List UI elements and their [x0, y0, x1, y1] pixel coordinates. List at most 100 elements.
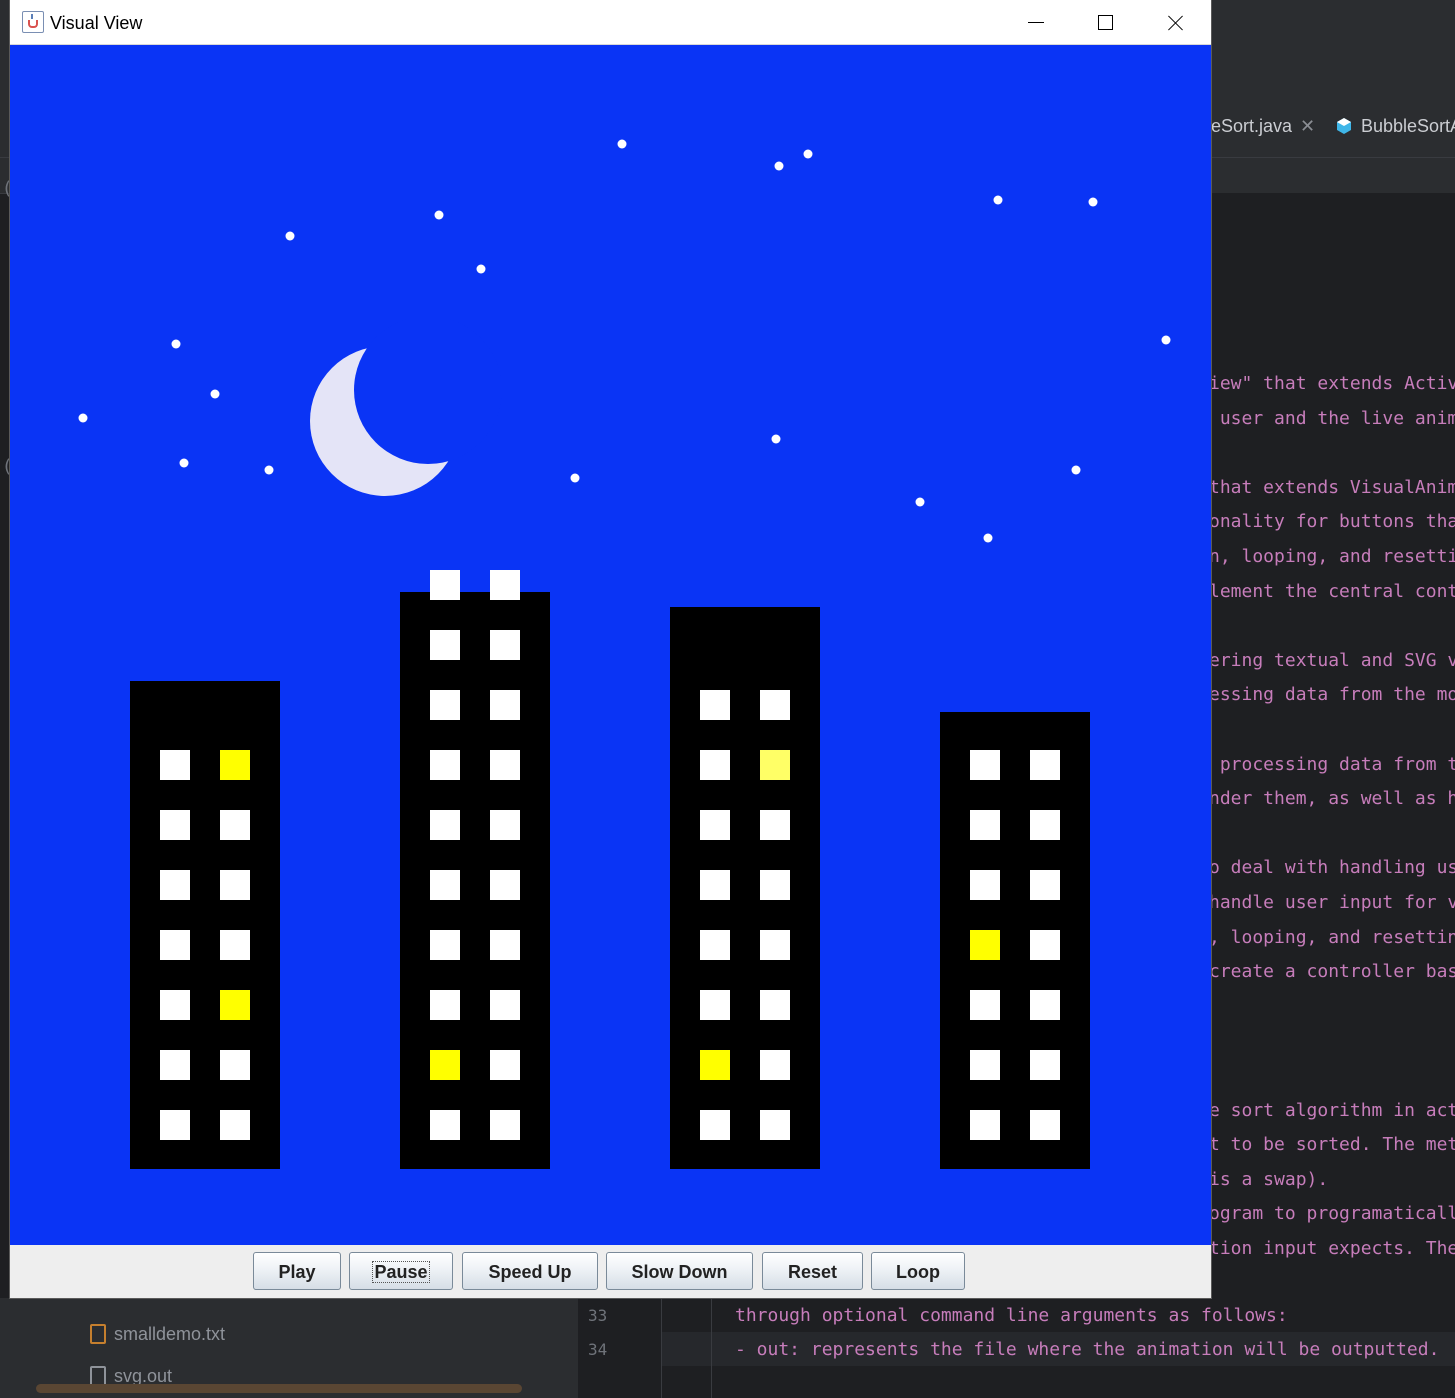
code-line: through optional command line arguments …	[735, 1305, 1288, 1326]
building-body	[670, 607, 820, 1169]
window-unlit	[430, 630, 460, 660]
star	[78, 413, 88, 423]
window-unlit	[700, 990, 730, 1020]
window-unlit	[700, 870, 730, 900]
window-unlit	[490, 810, 520, 840]
window-unlit	[760, 930, 790, 960]
ide-tab-sort-java[interactable]: eSort.java ✕	[1211, 112, 1315, 140]
code-line: processing data from t	[1209, 754, 1455, 775]
window-unlit	[760, 1050, 790, 1080]
reset-button[interactable]: Reset	[762, 1252, 863, 1290]
code-line: essing data from the mo	[1209, 684, 1455, 705]
star	[210, 389, 220, 399]
play-button[interactable]: Play	[253, 1252, 341, 1290]
close-button[interactable]	[1140, 0, 1210, 44]
window-unlit	[700, 810, 730, 840]
play-button-label: Play	[278, 1262, 316, 1282]
animation-canvas	[10, 45, 1211, 1245]
project-file-item[interactable]: smalldemo.txt	[90, 1320, 225, 1348]
window-lit	[970, 930, 1000, 960]
window-lit	[760, 750, 790, 780]
code-line: , looping, and resettin	[1209, 927, 1455, 948]
code-line: e sort algorithm in act	[1209, 1100, 1455, 1121]
visual-view-window: Visual View Play Pause Speed Up Slow Dow…	[10, 0, 1211, 1298]
window-unlit	[430, 870, 460, 900]
star	[179, 458, 189, 468]
window-unlit	[490, 930, 520, 960]
window-unlit	[1030, 750, 1060, 780]
window-unlit	[760, 990, 790, 1020]
star	[915, 497, 925, 507]
code-line: iew" that extends Activ	[1209, 373, 1455, 394]
window-unlit	[430, 930, 460, 960]
star	[803, 149, 813, 159]
project-panel	[0, 1298, 578, 1398]
window-unlit	[160, 1110, 190, 1140]
window-unlit	[1030, 870, 1060, 900]
ide-tab-bubblesort[interactable]: BubbleSortA	[1335, 112, 1455, 140]
building-2	[400, 570, 550, 1169]
window-lit	[430, 1050, 460, 1080]
close-icon[interactable]: ✕	[1300, 116, 1315, 136]
window-unlit	[1030, 810, 1060, 840]
file-type-icon	[1337, 118, 1351, 134]
code-line: nder them, as well as h	[1209, 788, 1455, 809]
code-line: n, looping, and resetti	[1209, 546, 1455, 567]
window-unlit	[760, 690, 790, 720]
window-unlit	[700, 690, 730, 720]
star	[1161, 335, 1171, 345]
window-unlit	[490, 570, 520, 600]
window-unlit	[760, 870, 790, 900]
title-bar[interactable]: Visual View	[10, 0, 1211, 45]
minimize-button[interactable]	[1000, 0, 1070, 44]
window-unlit	[700, 1110, 730, 1140]
speed-up-button[interactable]: Speed Up	[462, 1252, 598, 1290]
window-unlit	[490, 990, 520, 1020]
window-unlit	[490, 1110, 520, 1140]
window-unlit	[430, 990, 460, 1020]
star	[993, 195, 1003, 205]
horizontal-scrollbar[interactable]	[36, 1384, 522, 1393]
building-3	[670, 607, 820, 1169]
night-city-scene	[10, 45, 1211, 1245]
window-unlit	[160, 930, 190, 960]
window-unlit	[430, 750, 460, 780]
star	[983, 533, 993, 543]
reset-button-label: Reset	[787, 1262, 838, 1282]
star	[285, 231, 295, 241]
project-file-label: svg.out	[114, 1366, 173, 1386]
window-unlit	[490, 870, 520, 900]
pause-button-label: Pause	[372, 1261, 430, 1283]
window-unlit	[430, 570, 460, 600]
window-unlit	[430, 1110, 460, 1140]
loop-button[interactable]: Loop	[871, 1252, 965, 1290]
window-unlit	[1030, 990, 1060, 1020]
java-app-icon	[22, 11, 44, 33]
window-unlit	[220, 1050, 250, 1080]
building-body	[940, 712, 1090, 1169]
project-file-label: smalldemo.txt	[114, 1324, 226, 1344]
control-bar: Play Pause Speed Up Slow Down Reset Loop	[10, 1245, 1211, 1298]
window-unlit	[220, 1110, 250, 1140]
window-unlit	[760, 810, 790, 840]
window-unlit	[1030, 1110, 1060, 1140]
code-line: user and the live anim	[1209, 408, 1455, 429]
pause-button[interactable]: Pause	[349, 1252, 453, 1290]
ide-tab-label: BubbleSortA	[1361, 116, 1455, 136]
window-unlit	[490, 750, 520, 780]
code-line: ogram to programaticall	[1209, 1203, 1455, 1224]
window-unlit	[970, 1110, 1000, 1140]
moon-shadow	[354, 316, 502, 464]
code-line: lement the central cont	[1209, 581, 1455, 602]
maximize-button[interactable]	[1070, 0, 1140, 44]
text-file-icon	[90, 1324, 106, 1344]
window-unlit	[700, 930, 730, 960]
window-unlit	[970, 1050, 1000, 1080]
star	[264, 465, 274, 475]
code-line: - out: represents the file where the ani…	[735, 1339, 1440, 1360]
building-body	[400, 592, 550, 1169]
star	[774, 161, 784, 171]
slow-down-button[interactable]: Slow Down	[606, 1252, 753, 1290]
window-lit	[700, 1050, 730, 1080]
star	[171, 339, 181, 349]
